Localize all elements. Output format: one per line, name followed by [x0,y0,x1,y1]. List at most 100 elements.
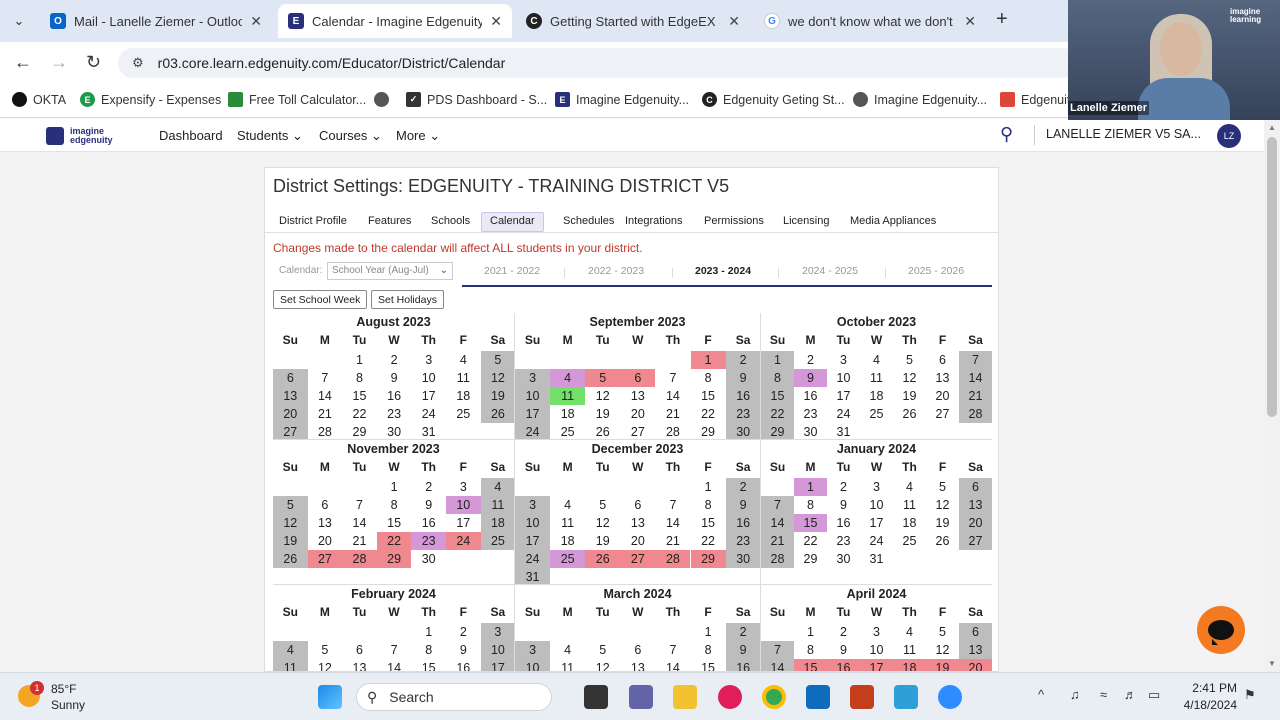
calendar-day[interactable]: 16 [725,387,760,405]
calendar-day[interactable]: 26 [480,405,514,423]
calendar-day[interactable]: 27 [926,405,959,423]
calendar-day[interactable]: 9 [725,369,760,387]
calendar-day[interactable]: 15 [794,514,827,532]
year-tab-2024-2025[interactable]: 2024 - 2025 [802,265,858,277]
calendar-day[interactable]: 14 [761,659,794,671]
calendar-day[interactable]: 4 [550,496,585,514]
calendar-day[interactable]: 3 [860,623,893,641]
calendar-day[interactable]: 28 [308,423,343,439]
calendar-day[interactable]: 24 [860,532,893,550]
snipping-tool-icon[interactable] [894,685,918,709]
calendar-day[interactable]: 17 [446,514,481,532]
calendar-day[interactable]: 3 [515,369,551,387]
calendar-day[interactable]: 28 [342,550,377,568]
calendar-day[interactable]: 18 [860,387,893,405]
calendar-day[interactable]: 15 [794,659,827,671]
calendar-day[interactable]: 2 [794,351,827,369]
calendar-day[interactable]: 5 [273,496,308,514]
chevron-up-icon[interactable]: ^ [1038,687,1044,702]
calendar-day[interactable]: 27 [620,550,656,568]
calendar-day[interactable]: 30 [827,550,860,568]
calendar-day[interactable]: 16 [827,514,860,532]
calendar-day[interactable]: 25 [893,532,926,550]
calendar-day[interactable]: 19 [273,532,308,550]
calendar-day[interactable]: 22 [691,405,726,423]
year-tab-2022-2023[interactable]: 2022 - 2023 [588,265,644,277]
calendar-day[interactable]: 29 [342,423,377,439]
tab-search-chevron-icon[interactable]: ⌄ [8,10,30,32]
calendar-day[interactable]: 12 [926,641,959,659]
calendar-day[interactable]: 7 [308,369,343,387]
calendar-day[interactable]: 30 [411,550,446,568]
calendar-day[interactable]: 20 [959,659,992,671]
page-scrollbar[interactable]: ▲ ▼ [1264,119,1280,672]
calendar-day[interactable]: 3 [515,496,551,514]
calendar-day[interactable]: 9 [411,496,446,514]
calendar-day[interactable]: 8 [377,496,412,514]
bookmark-globe[interactable] [374,92,395,107]
calendar-day[interactable]: 12 [308,659,343,671]
calendar-day[interactable]: 1 [761,351,794,369]
calendar-day[interactable]: 30 [377,423,412,439]
calendar-day[interactable]: 20 [959,514,992,532]
calendar-day[interactable]: 27 [307,550,343,568]
calendar-day[interactable]: 24 [515,550,551,568]
calendar-day[interactable]: 21 [761,532,794,550]
outlook-icon[interactable] [806,685,830,709]
taskbar-search[interactable]: ⚲ Search [356,683,552,711]
calendar-day[interactable]: 6 [342,641,377,659]
calendar-day[interactable]: 3 [860,478,893,496]
task-view-icon[interactable] [584,685,608,709]
calendar-day[interactable]: 19 [926,659,959,671]
calendar-day[interactable]: 26 [926,532,959,550]
calendar-day[interactable]: 5 [585,641,620,659]
calendar-day[interactable]: 13 [273,387,308,405]
calendar-day[interactable]: 29 [376,550,412,568]
zoom-icon[interactable] [938,685,962,709]
calendar-day[interactable]: 1 [377,478,412,496]
user-name[interactable]: LANELLE ZIEMER V5 SA... [1046,127,1201,141]
search-icon[interactable]: ⚲ [1000,124,1013,145]
calendar-day[interactable]: 6 [926,351,959,369]
volume-icon[interactable]: ♬ [1124,687,1137,702]
calendar-day[interactable]: 13 [926,369,959,387]
calendar-day[interactable]: 10 [411,369,446,387]
tab-getting-started[interactable]: C Getting Started with EdgeEX Sit ✕ [516,4,750,38]
new-tab-plus-icon[interactable]: + [996,8,1008,31]
bookmark-edgenuity-3[interactable]: Edgenuit [1000,92,1070,107]
reload-icon[interactable]: ↻ [86,52,101,73]
calendar-day[interactable]: 22 [794,532,827,550]
calendar-day[interactable]: 20 [620,405,655,423]
calendar-day[interactable]: 18 [893,659,926,671]
calendar-day[interactable]: 16 [377,387,412,405]
calendar-day[interactable]: 12 [893,369,926,387]
clock-time[interactable]: 2:41 PM [1185,681,1237,695]
calendar-day[interactable]: 4 [860,351,893,369]
calendar-day[interactable]: 10 [827,369,860,387]
calendar-day[interactable]: 8 [794,641,827,659]
calendar-day[interactable]: 19 [585,532,620,550]
year-tab-2021-2022[interactable]: 2021 - 2022 [484,265,540,277]
calendar-day[interactable]: 23 [377,405,412,423]
calendar-day[interactable]: 13 [342,659,377,671]
calendar-day[interactable]: 9 [725,641,760,659]
calendar-day[interactable]: 9 [794,369,827,387]
calendar-day[interactable]: 5 [585,496,620,514]
calendar-day[interactable]: 17 [860,659,893,671]
tab-integrations[interactable]: Integrations [619,212,688,232]
calendar-day[interactable]: 7 [655,496,690,514]
tab-outlook[interactable]: O Mail - Lanelle Ziemer - Outlook ✕ [40,4,272,38]
calendar-day[interactable]: 26 [585,550,621,568]
calendar-day[interactable]: 24 [411,405,446,423]
calendar-day[interactable]: 11 [550,514,585,532]
calendar-day[interactable]: 22 [376,532,412,550]
calendar-day[interactable]: 2 [725,351,760,369]
calendar-day[interactable]: 15 [691,514,726,532]
bookmark-toll-calculator[interactable]: Free Toll Calculator... [228,92,366,107]
nav-students[interactable]: Students ⌄ [237,128,303,144]
calendar-day[interactable]: 15 [761,387,794,405]
calendar-day[interactable]: 29 [691,423,726,439]
calendar-day[interactable]: 7 [655,369,690,387]
tab-schools[interactable]: Schools [425,212,476,232]
calendar-day[interactable]: 10 [515,387,551,405]
